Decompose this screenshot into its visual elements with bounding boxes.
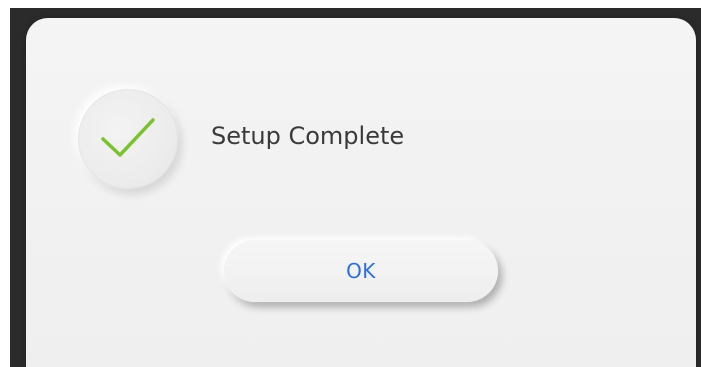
ok-button[interactable]: OK xyxy=(224,240,498,302)
ok-button-label: OK xyxy=(346,259,376,283)
dialog-title: Setup Complete xyxy=(211,122,405,150)
checkmark-icon xyxy=(101,118,155,157)
success-badge xyxy=(78,89,178,189)
setup-complete-dialog: Setup Complete OK xyxy=(26,18,696,367)
